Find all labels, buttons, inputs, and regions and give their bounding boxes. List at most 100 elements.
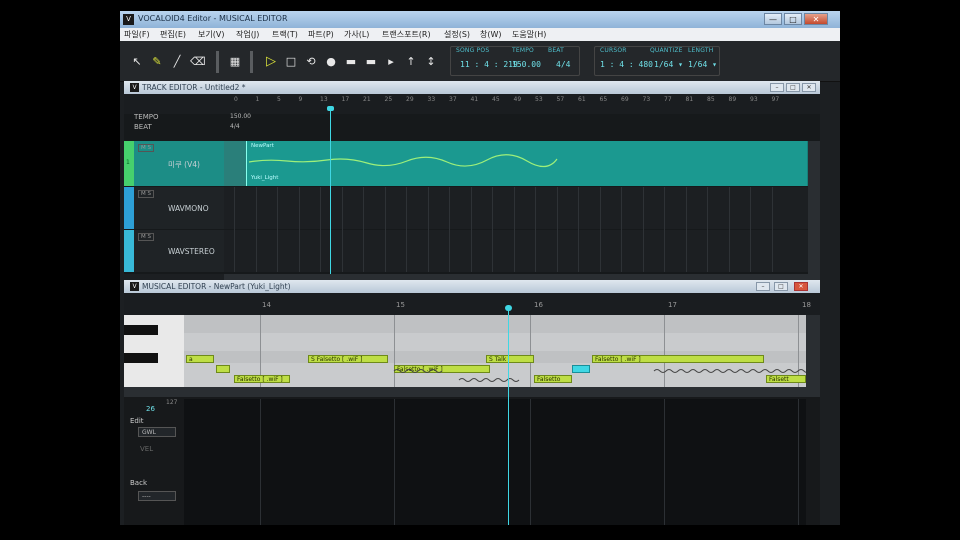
grid-line	[513, 187, 515, 272]
pencil-tool-icon[interactable]: ✎	[150, 55, 164, 69]
track-editor-titlebar: V TRACK EDITOR - Untitled2 * – □ ✕	[124, 81, 820, 94]
beat-marker[interactable]: 4/4	[230, 123, 240, 130]
ruler-number: 21	[363, 96, 371, 103]
beat-value[interactable]: 4/4	[556, 60, 570, 69]
grid-line	[750, 187, 751, 272]
track-header-3[interactable]: M S WAVSTEREO	[124, 230, 224, 272]
back-icon[interactable]: ▬	[364, 55, 378, 69]
ruler-number: 13	[320, 96, 328, 103]
quantize-label: QUANTIZE	[650, 47, 683, 54]
record-icon[interactable]: ●	[324, 55, 338, 69]
length-label: LENGTH	[688, 47, 714, 54]
black-key[interactable]	[124, 325, 158, 335]
panel-close-button[interactable]: ✕	[794, 282, 808, 291]
play-icon[interactable]: ▷	[264, 55, 278, 69]
track-row-1[interactable]: 1 M S 미쿠 (V4) NewPart Yuki_Light	[124, 141, 808, 186]
menu-transport[interactable]: 트랜스포트(R)	[382, 29, 431, 40]
stop-icon[interactable]: □	[284, 55, 298, 69]
tempo-marker[interactable]: 150.00	[230, 113, 251, 120]
measure-16: 16	[534, 301, 543, 309]
menu-lyrics[interactable]: 가사(L)	[344, 29, 369, 40]
edit-parameter-select[interactable]: GWL	[138, 427, 176, 437]
black-key[interactable]	[124, 353, 158, 363]
musical-editor-title: MUSICAL EDITOR - NewPart (Yuki_Light)	[142, 282, 291, 291]
musical-vscrollbar[interactable]	[806, 315, 820, 387]
edit-label: Edit	[130, 417, 144, 425]
panel-close-button[interactable]: ✕	[802, 83, 816, 92]
grid-line	[277, 187, 278, 272]
end-icon[interactable]: ↑	[404, 55, 418, 69]
ruler-number: 53	[535, 96, 543, 103]
grid-icon[interactable]: ▦	[228, 55, 242, 69]
track-mute-2[interactable]: M S	[138, 190, 154, 198]
grid-line	[449, 187, 450, 272]
minimize-button[interactable]: —	[764, 13, 782, 25]
track-vscrollbar[interactable]	[808, 141, 820, 274]
menu-view[interactable]: 보기(V)	[198, 29, 224, 40]
ruler-number: 33	[427, 96, 436, 103]
menu-file[interactable]: 파일(F)	[124, 29, 150, 40]
menu-edit[interactable]: 편집(E)	[160, 29, 186, 40]
track-name-3: WAVSTEREO	[168, 247, 215, 256]
ruler-number: 57	[556, 96, 565, 103]
playhead-handle[interactable]	[327, 106, 334, 111]
grid-line	[599, 187, 601, 272]
measure-line	[530, 399, 531, 525]
piano-keyboard[interactable]	[124, 315, 184, 387]
loop-icon[interactable]: ⟲	[304, 55, 318, 69]
forward-icon[interactable]: ▸	[384, 55, 398, 69]
menu-track[interactable]: 트랙(T)	[272, 29, 298, 40]
measure-15: 15	[396, 301, 405, 309]
musical-playhead-handle[interactable]	[505, 305, 512, 311]
window-title: VOCALOID4 Editor - MUSICAL EDITOR	[138, 14, 288, 23]
measure-17: 17	[668, 301, 677, 309]
menu-settings[interactable]: 설정(S)	[444, 29, 470, 40]
grid-line	[578, 187, 579, 272]
back-parameter-select[interactable]: ----	[138, 491, 176, 501]
grid-line	[621, 187, 622, 272]
quantize-select[interactable]: 1/64 ▾	[654, 60, 683, 69]
panel-minimize-button[interactable]: –	[770, 83, 784, 92]
vibrato-lines	[393, 369, 806, 382]
maximize-button[interactable]: □	[784, 13, 802, 25]
musical-hscrollbar[interactable]	[124, 387, 820, 397]
grid-line	[771, 187, 773, 272]
track-header-1[interactable]: 1 M S 미쿠 (V4)	[124, 141, 224, 186]
ruler-number: 93	[750, 96, 758, 103]
arrow-tool-icon[interactable]: ↖	[130, 55, 144, 69]
grid-line	[234, 187, 235, 272]
track-number-1: 1	[126, 159, 130, 166]
pitch-icon[interactable]: ↕	[424, 55, 438, 69]
menu-window[interactable]: 창(W)	[480, 29, 502, 40]
toolbar: ↖ ✎ ╱ ⌫ ▦ ▷ □ ⟲ ● ▬ ▬ ▸ ↑ ↕ SONG POS 11 …	[120, 41, 840, 82]
ruler-number: 61	[578, 96, 586, 103]
track-name-2: WAVMONO	[168, 204, 209, 213]
song-pos-value[interactable]: 11 : 4 : 219	[460, 60, 518, 69]
grid-line	[470, 187, 472, 272]
cursor-value[interactable]: 1 : 4 : 480	[600, 60, 653, 69]
line-tool-icon[interactable]: ╱	[170, 55, 184, 69]
track-row-3[interactable]: M S WAVSTEREO	[124, 230, 808, 272]
grid-line	[427, 187, 429, 272]
control-track[interactable]	[184, 399, 806, 525]
tempo-value[interactable]: 150.00	[512, 60, 541, 69]
menu-part[interactable]: 파트(P)	[308, 29, 334, 40]
menu-job[interactable]: 작업(J)	[236, 29, 259, 40]
playhead[interactable]	[330, 108, 331, 274]
track-header-2[interactable]: M S WAVMONO	[124, 187, 224, 229]
rewind-icon[interactable]: ▬	[344, 55, 358, 69]
track-row-2[interactable]: M S WAVMONO	[124, 187, 808, 229]
length-select[interactable]: 1/64 ▾	[688, 60, 717, 69]
panel-maximize-button[interactable]: □	[786, 83, 800, 92]
track-mute-3[interactable]: M S	[138, 233, 154, 241]
track-name-1: 미쿠 (V4)	[168, 160, 200, 169]
menu-help[interactable]: 도움말(H)	[512, 29, 546, 40]
musical-ruler[interactable]	[124, 293, 820, 315]
musical-playhead[interactable]	[508, 309, 509, 525]
grid-line	[384, 187, 386, 272]
panel-minimize-button[interactable]: –	[756, 282, 770, 291]
eraser-tool-icon[interactable]: ⌫	[190, 55, 206, 69]
track-mute-1[interactable]: M S	[138, 144, 154, 152]
panel-maximize-button[interactable]: □	[774, 282, 788, 291]
close-button[interactable]: ✕	[804, 13, 828, 25]
